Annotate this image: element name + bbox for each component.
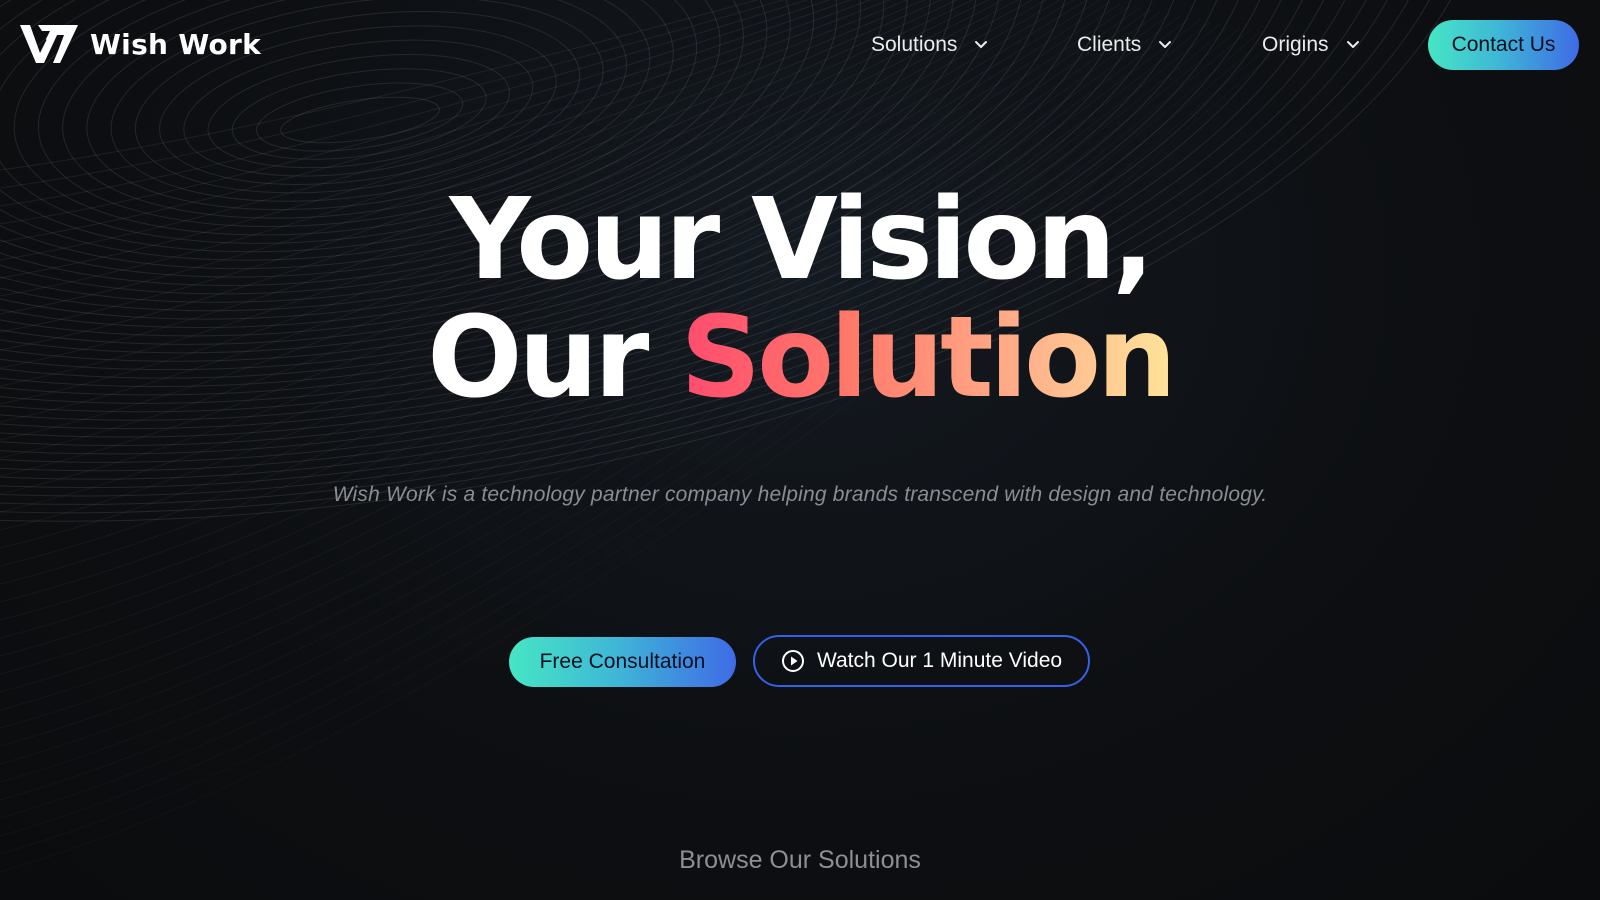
hero-subtitle: Wish Work is a technology partner compan…	[332, 483, 1268, 506]
chevron-down-icon	[975, 41, 988, 48]
site-header: Wish Work Solutions Clients Origins Cont…	[0, 0, 1600, 92]
contact-us-button[interactable]: Contact Us	[1428, 20, 1579, 70]
brand-name: Wish Work	[90, 27, 262, 61]
nav-solutions-label: Solutions	[871, 33, 958, 56]
background-wave-line	[280, 96, 440, 144]
watch-video-button[interactable]: Watch Our 1 Minute Video	[753, 635, 1090, 687]
nav-origins-label: Origins	[1262, 33, 1329, 56]
watch-video-label: Watch Our 1 Minute Video	[816, 649, 1063, 672]
background-wave-line	[0, 35, 1281, 855]
nav-clients-label: Clients	[1077, 33, 1142, 56]
chevron-down-icon	[1159, 41, 1172, 48]
background-wave-line	[0, 37, 1291, 873]
hero-title-line2: Our Solution	[0, 296, 1600, 420]
chevron-down-icon	[1346, 41, 1359, 48]
w-monogram-icon	[20, 25, 78, 63]
nav-solutions[interactable]: Solutions	[871, 28, 989, 62]
background-wave-lines	[0, 0, 1493, 873]
landing-page: Wish Work Solutions Clients Origins Cont…	[0, 0, 1600, 900]
nav-clients[interactable]: Clients	[1077, 28, 1173, 62]
background-wave-line	[0, 31, 1261, 819]
play-circle-icon	[781, 650, 804, 672]
free-consultation-button[interactable]: Free Consultation	[509, 637, 736, 687]
brand-logo[interactable]: Wish Work	[20, 22, 261, 66]
background-wave-line	[0, 33, 1271, 837]
hero-title-plain: Our	[427, 293, 681, 423]
hero-title-line1: Your Vision,	[449, 175, 1154, 305]
hero-title-highlight: Solution	[680, 293, 1176, 423]
browse-solutions-link[interactable]: Browse Our Solutions	[0, 846, 1600, 875]
nav-origins[interactable]: Origins	[1262, 28, 1361, 62]
